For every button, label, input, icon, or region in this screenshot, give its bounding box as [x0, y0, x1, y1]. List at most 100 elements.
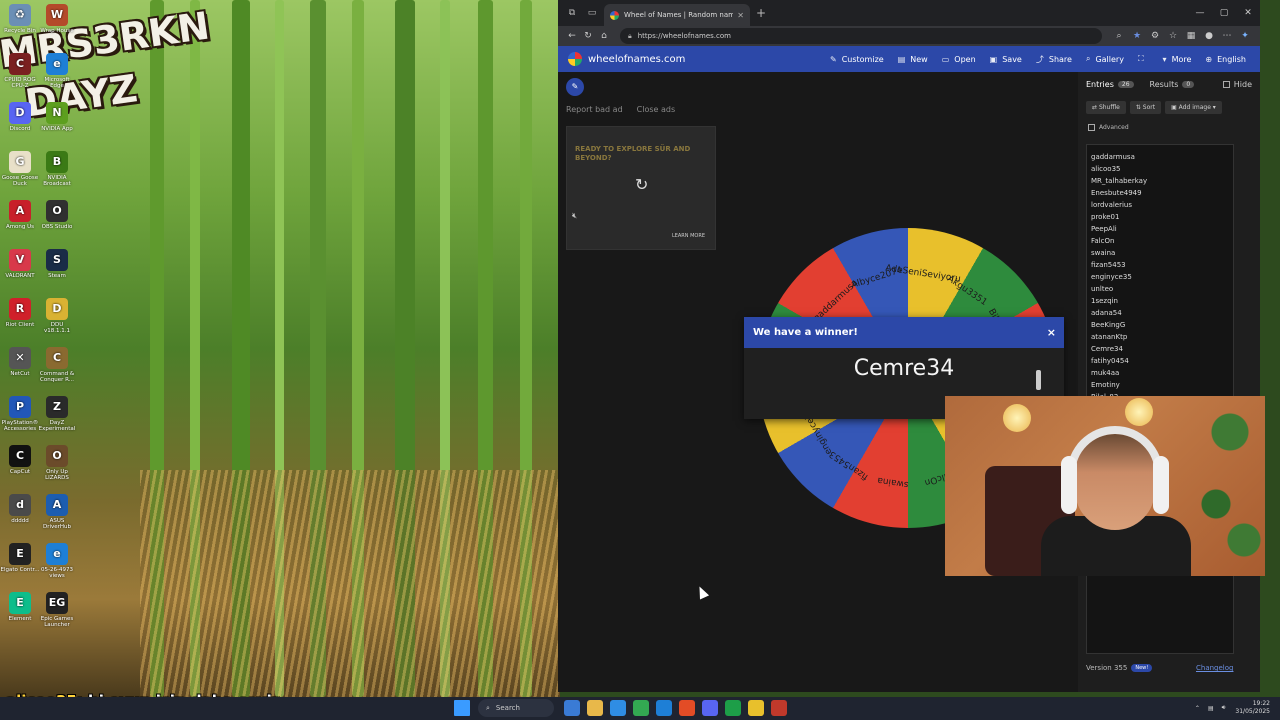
close-dialog-icon[interactable]: ×: [1047, 326, 1056, 339]
desktop-icon[interactable]: D DDU v18.1.1.1: [37, 298, 77, 334]
taskbar-app-icon[interactable]: [725, 700, 741, 716]
desktop-icon[interactable]: O Only Up LIZARDS: [37, 445, 77, 481]
new-tab-icon[interactable]: +: [756, 6, 766, 20]
changelog-link[interactable]: Changelog: [1196, 664, 1233, 672]
sort-button[interactable]: ⇅ Sort: [1129, 100, 1162, 114]
home-icon[interactable]: ⌂: [596, 31, 612, 41]
desktop-icon[interactable]: D Discord: [0, 102, 40, 132]
site-name[interactable]: wheelofnames.com: [588, 54, 685, 65]
tab-entries[interactable]: Entries 26: [1086, 80, 1134, 89]
clock[interactable]: 19:22 31/05/2025: [1235, 700, 1270, 716]
desktop-icon[interactable]: C Command & Conquer R...: [37, 347, 77, 383]
desktop-icon[interactable]: N NVIDIA App: [37, 102, 77, 132]
desktop-icon[interactable]: S Steam: [37, 249, 77, 279]
desktop-icon[interactable]: A ASUS DriverHub: [37, 494, 77, 530]
menu-more[interactable]: ▾ More: [1163, 55, 1192, 64]
desktop-icon-label: Epic Games Launcher: [40, 616, 74, 629]
workspaces-icon[interactable]: ⧉: [564, 5, 580, 21]
close-window-icon[interactable]: ✕: [1236, 8, 1260, 18]
winner-name: Cemre34: [853, 356, 955, 381]
desktop-icon[interactable]: O OBS Studio: [37, 200, 77, 230]
profile-icon[interactable]: ●: [1200, 31, 1218, 41]
menu-customize[interactable]: ✎ Customize: [830, 55, 884, 64]
taskbar-app-icon[interactable]: [771, 700, 787, 716]
add-image-button[interactable]: ▣ Add image ▾: [1165, 100, 1222, 114]
site-logo-icon[interactable]: [568, 52, 582, 66]
desktop-icon[interactable]: ✕ NetCut: [0, 347, 40, 377]
taskbar-app-icon[interactable]: [748, 700, 764, 716]
taskbar-app-icon[interactable]: [702, 700, 718, 716]
site-header: wheelofnames.com ✎ Customize ▤ New ▭ Open ▣ Sav…: [558, 46, 1260, 72]
url-input[interactable]: 🔒︎ https://wheelofnames.com: [620, 28, 1102, 44]
desktop-icon[interactable]: W Wrap House: [37, 4, 77, 34]
video-ad[interactable]: READY TO EXPLORE SÜR AND BEYOND? ↻ 🔇︎ LE…: [566, 126, 716, 250]
desktop-icon[interactable]: P PlayStation® Accessories: [0, 396, 40, 432]
desktop-icon[interactable]: V VALORANT: [0, 249, 40, 279]
mute-icon[interactable]: 🔇︎: [572, 211, 577, 221]
menu-open[interactable]: ▭ Open: [942, 55, 976, 64]
desktop-icon[interactable]: E Elgato Contr...: [0, 543, 40, 573]
desktop-icon[interactable]: R Riot Client: [0, 298, 40, 328]
favorites-icon[interactable]: ☆: [1164, 31, 1182, 41]
desktop-icon[interactable]: B NVIDIA Broadcast: [37, 151, 77, 187]
report-ad-link[interactable]: Report bad ad: [566, 105, 623, 114]
version-info: Version 355 New!: [1086, 664, 1153, 672]
desktop-icon[interactable]: Z DayZ Experimental: [37, 396, 77, 432]
maximize-icon[interactable]: ▢: [1212, 8, 1236, 18]
taskbar-app-icon[interactable]: [656, 700, 672, 716]
edit-pencil-button[interactable]: ✎: [566, 78, 584, 96]
more-icon[interactable]: ⋯: [1218, 31, 1236, 41]
tab-results[interactable]: Results 0: [1150, 80, 1195, 89]
menu-gallery[interactable]: ⌕ Gallery: [1086, 54, 1124, 64]
refresh-icon[interactable]: ↻: [580, 31, 596, 41]
chevron-up-icon[interactable]: ⌃: [1195, 705, 1200, 712]
menu-new[interactable]: ▤ New: [898, 55, 928, 64]
tab-actions-icon[interactable]: ▭: [584, 5, 600, 21]
start-button-icon[interactable]: [454, 700, 470, 716]
taskbar-app-icon[interactable]: [633, 700, 649, 716]
desktop-icon[interactable]: e 05-26-4973 views: [37, 543, 77, 579]
desktop-icon-label: Among Us: [5, 224, 35, 230]
desktop-icon[interactable]: G Goose Goose Duck: [0, 151, 40, 187]
zoom-icon[interactable]: ⌕: [1110, 31, 1128, 41]
loading-spinner-icon: ↻: [635, 175, 649, 194]
close-tab-icon[interactable]: ✕: [737, 11, 744, 20]
shuffle-button[interactable]: ⇄ Shuffle: [1086, 100, 1126, 114]
menu-english[interactable]: ⊕ English: [1205, 55, 1246, 64]
taskbar-app-icon[interactable]: [564, 700, 580, 716]
app-icon: d: [9, 494, 31, 516]
collections-icon[interactable]: ▦: [1182, 31, 1200, 41]
minimize-icon[interactable]: —: [1188, 8, 1212, 18]
extensions-icon[interactable]: ⚙: [1146, 31, 1164, 41]
desktop-icon[interactable]: EG Epic Games Launcher: [37, 592, 77, 628]
desktop-icon[interactable]: A Among Us: [0, 200, 40, 230]
menu-fullscreen[interactable]: ⛶: [1138, 54, 1149, 64]
taskbar-app-icon[interactable]: [610, 700, 626, 716]
entries-scrollbar[interactable]: [1036, 370, 1041, 390]
taskbar-app-icon[interactable]: [679, 700, 695, 716]
volume-icon[interactable]: 🔊︎: [1222, 704, 1226, 712]
hide-checkbox[interactable]: Hide: [1222, 80, 1252, 89]
advanced-checkbox[interactable]: Advanced: [1078, 120, 1260, 134]
favorite-star-icon[interactable]: ★: [1128, 31, 1146, 41]
network-icon[interactable]: ▤: [1208, 705, 1214, 712]
app-icon: A: [9, 200, 31, 222]
back-icon[interactable]: ←: [564, 31, 580, 41]
desktop-icon[interactable]: e Microsoft Edge: [37, 53, 77, 89]
copilot-icon[interactable]: ✦: [1236, 31, 1254, 41]
desktop-icon[interactable]: C CapCut: [0, 445, 40, 475]
taskbar-search[interactable]: ⌕ Search: [478, 699, 554, 717]
browser-tab[interactable]: Wheel of Names | Random name ✕: [604, 4, 750, 26]
close-ads-link[interactable]: Close ads: [637, 105, 675, 114]
app-icon: Z: [46, 396, 68, 418]
menu-share[interactable]: ⤴ Share: [1036, 54, 1072, 65]
app-icon: ✕: [9, 347, 31, 369]
desktop-icon[interactable]: C CPUID ROG CPU-Z: [0, 53, 40, 89]
desktop-icon[interactable]: d ddddd: [0, 494, 40, 524]
desktop-icon[interactable]: E Element: [0, 592, 40, 622]
address-bar: ← ↻ ⌂ 🔒︎ https://wheelofnames.com ⌕ ★ ⚙ …: [558, 26, 1260, 46]
learn-more-button[interactable]: LEARN MORE: [672, 233, 705, 239]
menu-save[interactable]: ▣ Save: [990, 55, 1022, 64]
taskbar-app-icon[interactable]: [587, 700, 603, 716]
desktop-icon[interactable]: ♻ Recycle Bin: [0, 4, 40, 34]
